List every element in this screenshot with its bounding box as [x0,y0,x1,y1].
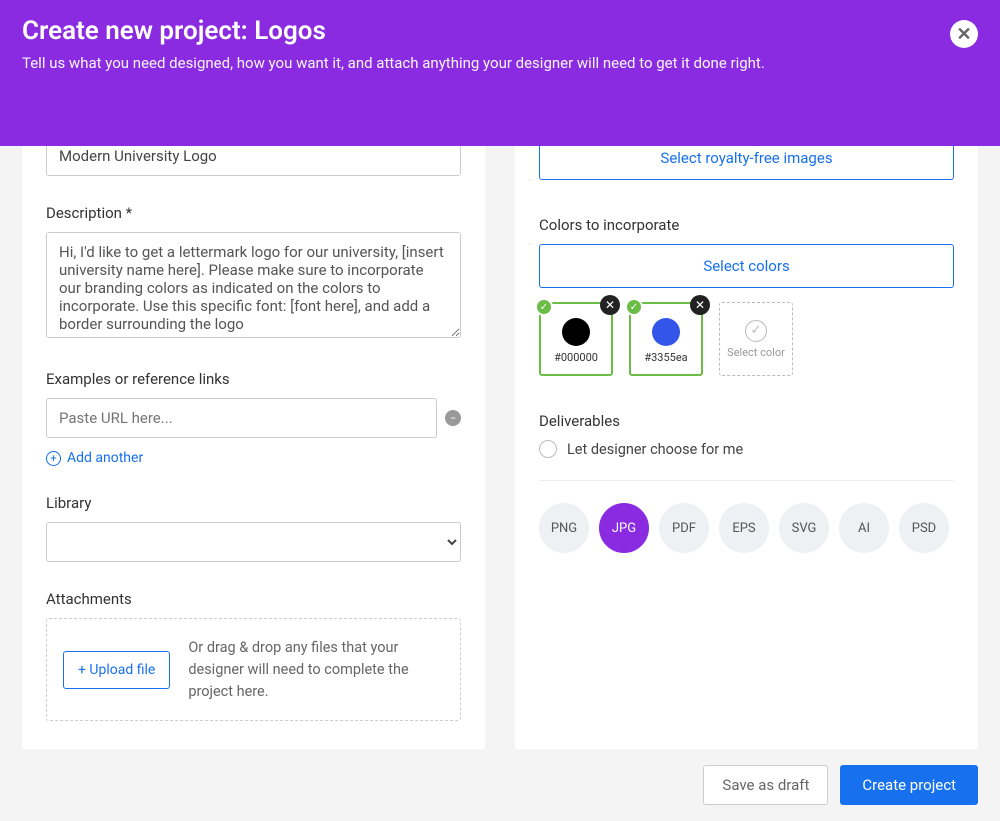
create-project-button[interactable]: Create project [840,765,978,805]
examples-label: Examples or reference links [46,370,461,388]
format-jpg[interactable]: JPG [599,503,649,553]
library-select[interactable] [46,522,461,562]
color-circle [562,318,590,346]
format-row: PNGJPGPDFEPSSVGAIPSD [539,503,954,553]
minus-icon: − [450,412,456,425]
color-circle [652,318,680,346]
select-color-label: Select color [727,346,785,359]
check-circle-icon: ✓ [745,320,767,342]
color-swatch-row: ✓ ✕ #000000 ✓ ✕ #3355ea ✓ Select color [539,302,954,376]
remove-url-button[interactable]: − [445,410,461,426]
examples-url-input[interactable] [46,398,437,438]
designer-choose-label: Let designer choose for me [567,441,743,458]
close-icon: ✕ [956,24,971,45]
plus-circle-icon: + [46,451,61,466]
format-psd[interactable]: PSD [899,503,949,553]
deliverables-label: Deliverables [539,412,954,430]
description-label: Description * [46,204,461,222]
select-colors-button[interactable]: Select colors [539,244,954,288]
check-icon: ✓ [625,298,643,316]
save-draft-button[interactable]: Save as draft [703,765,828,805]
remove-swatch-button[interactable]: ✕ [690,295,710,315]
footer-actions: Save as draft Create project [0,749,1000,821]
right-panel: Choose your royalty-free images Select r… [515,80,978,749]
library-label: Library [46,494,461,512]
upload-file-button[interactable]: + Upload file [63,651,170,689]
color-hex-label: #3355ea [644,351,687,364]
designer-choose-radio[interactable] [539,440,557,458]
format-eps[interactable]: EPS [719,503,769,553]
format-png[interactable]: PNG [539,503,589,553]
format-svg[interactable]: SVG [779,503,829,553]
attachments-label: Attachments [46,590,461,608]
attachments-help-text: Or drag & drop any files that your desig… [188,637,444,702]
format-pdf[interactable]: PDF [659,503,709,553]
add-another-link[interactable]: + Add another [46,450,461,466]
remove-swatch-button[interactable]: ✕ [600,295,620,315]
colors-label: Colors to incorporate [539,216,954,234]
add-color-swatch[interactable]: ✓ Select color [719,302,793,376]
left-panel: Project title * Description * Examples o… [22,80,485,749]
check-icon: ✓ [535,298,553,316]
page-title: Create new project: Logos [22,16,978,46]
attachments-dropzone[interactable]: + Upload file Or drag & drop any files t… [46,618,461,721]
color-hex-label: #000000 [554,351,598,364]
modal-header: Create new project: Logos Tell us what y… [0,0,1000,146]
color-swatch-blue[interactable]: ✓ ✕ #3355ea [629,302,703,376]
description-textarea[interactable] [46,232,461,338]
divider [539,480,954,481]
close-button[interactable]: ✕ [950,20,978,48]
color-swatch-black[interactable]: ✓ ✕ #000000 [539,302,613,376]
page-subtitle: Tell us what you need designed, how you … [22,54,978,72]
format-ai[interactable]: AI [839,503,889,553]
